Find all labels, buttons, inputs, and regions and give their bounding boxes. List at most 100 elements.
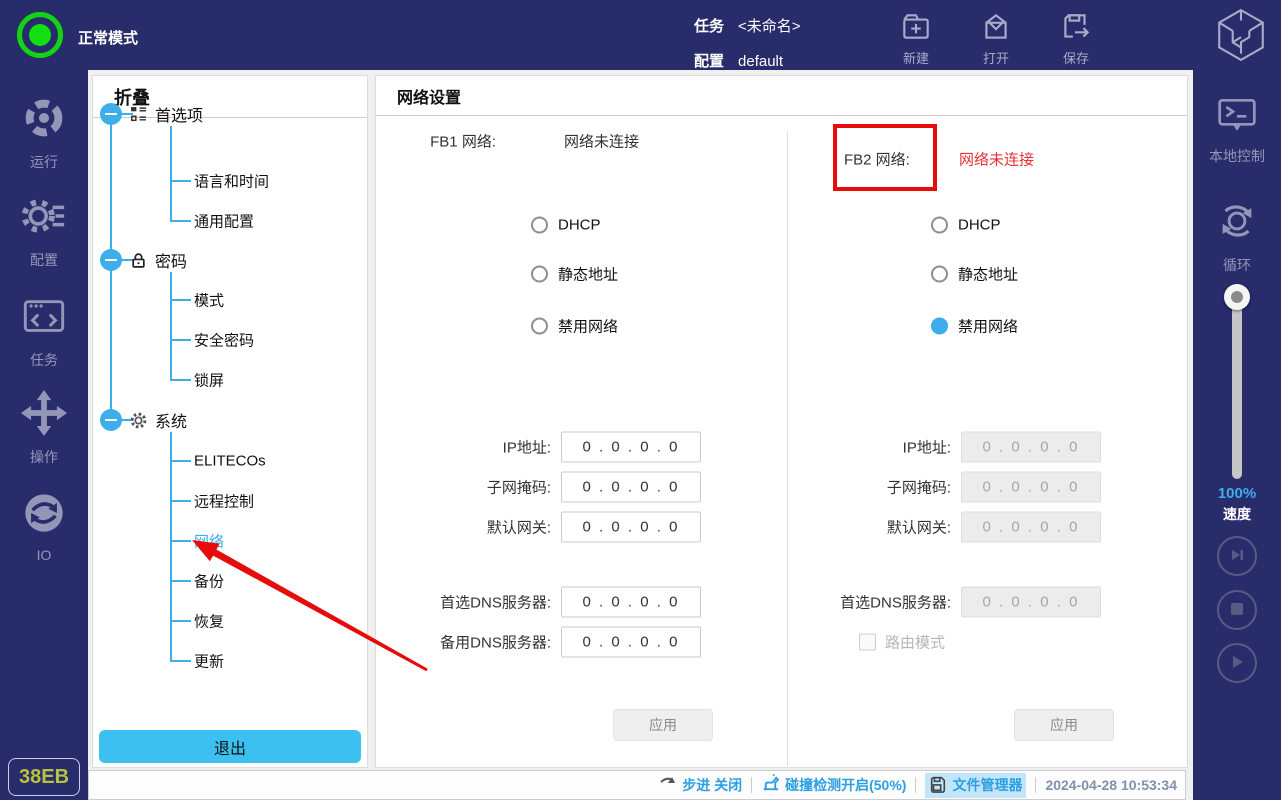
radio-icon[interactable] [931,265,948,283]
mask-label: 子网掩码: [486,479,551,497]
normal-mode-indicator[interactable] [17,12,63,58]
tree-item-update[interactable]: 更新 [194,651,224,672]
fb1-mask-input[interactable] [561,471,701,503]
terminal-icon [1215,95,1259,140]
nav-config[interactable]: 配置 [0,193,88,270]
speed-label: 速度 [1223,506,1251,522]
checksum-badge[interactable]: 38EB [8,758,80,796]
fb1-dns2-input[interactable] [561,626,701,658]
fb2-radio-static[interactable]: 静态地址 [931,264,1018,285]
play-icon [1229,654,1245,673]
tree-item-mode[interactable]: 模式 [194,290,224,311]
fb1-ip-input[interactable] [561,431,701,463]
fb1-network-label: FB1 网络: [430,133,496,151]
radio-icon[interactable] [531,265,548,283]
fb1-ip-field-row: IP地址: [411,431,701,463]
radio-label: 禁用网络 [958,318,1019,336]
tree-item-language-time[interactable]: 语言和时间 [194,171,269,192]
collapse-node-icon[interactable] [100,409,122,431]
speed-percent: 100% [1217,485,1257,502]
tree-item-elitecos[interactable]: ELITECOs [194,453,266,470]
new-button[interactable]: 新建 [886,9,946,67]
tree-item-restore[interactable]: 恢复 [194,611,224,632]
nav-task[interactable]: 任务 [0,293,88,370]
tree-item-lock-screen[interactable]: 锁屏 [194,370,224,391]
fb2-mask-field-row: 子网掩码: [811,471,1101,503]
radio-icon[interactable] [531,317,548,335]
save-button[interactable]: 保存 [1046,9,1106,67]
radio-label: DHCP [558,216,601,234]
fb1-radio-dhcp[interactable]: DHCP [531,216,601,234]
cycle-button[interactable]: 循环 [1193,198,1281,275]
fb2-dns1-input [961,586,1101,618]
lock-icon [130,252,147,269]
network-settings-panel: 网络设置 FB1 网络: 网络未连接 DHCP 静态地址 禁用网络 IP地址: [375,75,1188,768]
fb1-radio-disable[interactable]: 禁用网络 [531,316,618,337]
speed-slider-knob[interactable] [1224,284,1250,310]
collision-icon [761,773,780,796]
step-mode-status[interactable]: 步进 关闭 [659,775,742,796]
fb1-apply-button[interactable]: 应用 [613,709,713,741]
collapse-node-icon[interactable] [100,249,122,271]
tree-stub [170,339,191,341]
tree-group-label: 首选项 [155,108,204,125]
fb1-network-status: 网络未连接 [564,133,640,151]
ip-label: IP地址: [502,439,551,457]
radio-label: 禁用网络 [558,318,619,336]
tree-group-system[interactable]: 系统 [100,408,187,432]
config-label: 配置 [30,252,58,268]
cycle-icon [1214,198,1260,249]
radio-label: 静态地址 [558,266,619,284]
tree-group-preferences[interactable]: 首选项 [100,102,203,126]
fb1-dns1-input[interactable] [561,586,701,618]
io-cycle-icon [21,490,67,541]
gateway-label: 默认网关: [886,519,951,537]
tree-group-label: 密码 [155,254,188,271]
tree-item-safety-password[interactable]: 安全密码 [194,330,254,351]
speed-slider-track[interactable] [1232,297,1242,479]
open-button[interactable]: 打开 [966,9,1026,67]
fb1-dns2-field-row: 备用DNS服务器: [411,626,701,658]
fb2-radio-disable[interactable]: 禁用网络 [931,316,1018,337]
task-label: 任务 [694,18,725,35]
collapse-node-icon[interactable] [100,103,122,125]
step-forward-button[interactable] [1217,536,1257,576]
file-manager-icon [929,775,947,796]
collision-detection-status[interactable]: 碰撞检测开启(50%) [761,773,906,796]
file-manager-button[interactable]: 文件管理器 [925,772,1027,798]
fb1-radio-static[interactable]: 静态地址 [531,264,618,285]
io-label: IO [36,547,52,563]
fb2-radio-dhcp[interactable]: DHCP [931,216,1001,234]
router-mode-label: 路由模式 [885,634,946,652]
nav-run[interactable]: 运行 [0,95,88,172]
fb2-apply-button[interactable]: 应用 [1014,709,1114,741]
fb1-gateway-input[interactable] [561,511,701,543]
fb2-network-label: FB2 网络: [844,151,910,169]
play-button[interactable] [1217,643,1257,683]
operate-label: 操作 [30,449,58,465]
stop-button[interactable] [1217,590,1257,630]
local-control-button[interactable]: 本地控制 [1193,95,1281,166]
tree-item-network[interactable]: 网络 [194,531,224,552]
fb1-gateway-field-row: 默认网关: [411,511,701,543]
tree-item-backup[interactable]: 备份 [194,571,224,592]
tree-stub [170,540,191,542]
nav-operate[interactable]: 操作 [0,390,88,467]
tree-item-remote-control[interactable]: 远程控制 [194,491,254,512]
speed-readout: 100% 速度 [1193,485,1281,524]
task-value: <未命名> [738,18,801,35]
tree-item-general-config[interactable]: 通用配置 [194,211,254,232]
nav-io[interactable]: IO [0,490,88,563]
fb2-router-mode-checkbox[interactable]: 路由模式 [859,632,945,653]
radio-icon[interactable] [931,216,948,234]
ip-label: IP地址: [902,439,951,457]
radio-icon[interactable] [531,216,548,234]
tree-group-password[interactable]: 密码 [100,248,187,272]
radio-icon-checked[interactable] [931,317,948,335]
checkbox-icon[interactable] [859,633,876,651]
mask-label: 子网掩码: [886,479,951,497]
content-area: 折叠 首选项 语言和时间 通用配置 密码 模式 安全密码 锁屏 系统 ELITE… [88,70,1193,800]
exit-button[interactable]: 退出 [99,730,361,763]
fb1-dns1-field-row: 首选DNS服务器: [411,586,701,618]
tree-branch-line [170,432,172,661]
